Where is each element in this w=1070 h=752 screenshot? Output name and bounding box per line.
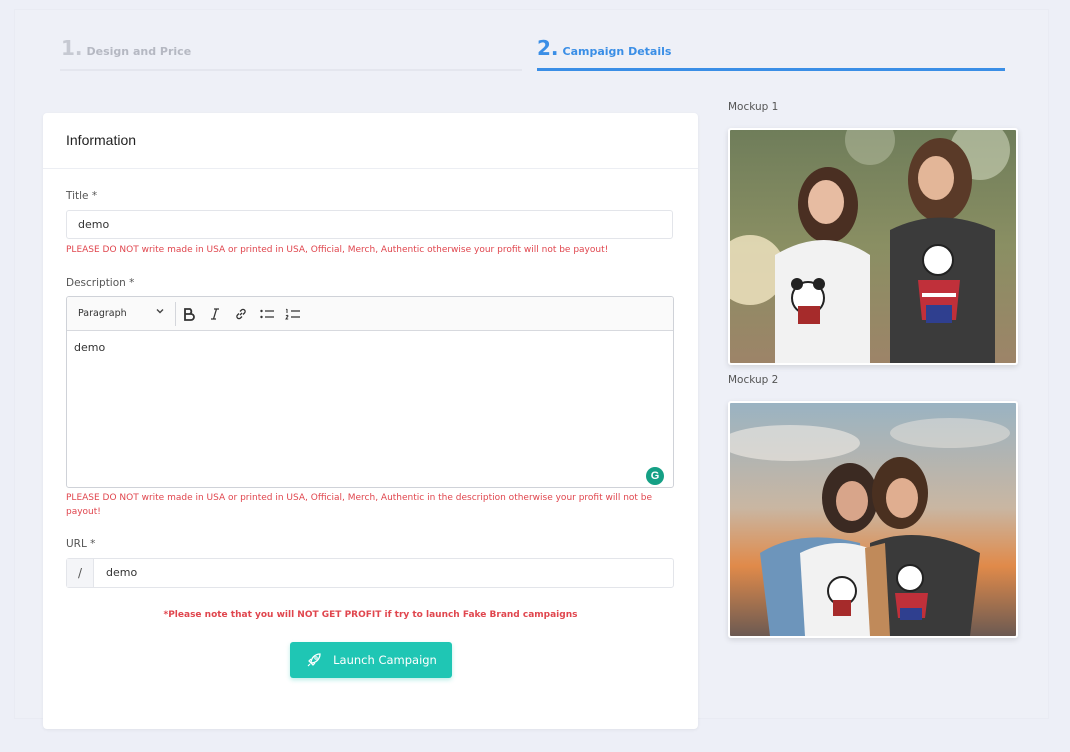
description-warning: PLEASE DO NOT write made in USA or print… [66, 493, 653, 517]
bold-icon [184, 307, 195, 321]
url-prefix: / [67, 559, 94, 587]
italic-icon [211, 307, 219, 320]
fake-brand-note: *Please note that you will NOT GET PROFI… [163, 610, 578, 620]
description-textarea[interactable]: demo [67, 331, 673, 364]
step-progress-active [537, 68, 1005, 71]
card-title: Information [43, 113, 698, 169]
mockup-2-image[interactable] [728, 401, 1018, 638]
rocket-icon [307, 653, 321, 667]
title-input[interactable]: demo [66, 210, 673, 239]
step-label: Design and Price [86, 45, 192, 58]
mockup-2-label: Mockup 2 [728, 374, 779, 386]
description-label: Description * [66, 277, 135, 289]
link-button[interactable] [228, 297, 254, 330]
url-input[interactable]: demo [94, 559, 673, 587]
step-label: Campaign Details [562, 45, 672, 58]
step-number: 1. [61, 36, 83, 60]
editor-toolbar: Paragraph [67, 297, 673, 331]
numbered-list-button[interactable] [280, 297, 306, 330]
link-icon [236, 308, 246, 319]
title-label: Title * [66, 190, 98, 202]
step-campaign-details[interactable]: 2. Campaign Details [537, 36, 671, 70]
grammarly-icon[interactable]: G [646, 467, 664, 485]
step-progress-inactive [60, 69, 522, 71]
title-warning: PLEASE DO NOT write made in USA or print… [66, 245, 609, 255]
mockup-1-label: Mockup 1 [728, 101, 779, 113]
italic-button[interactable] [202, 297, 228, 330]
paragraph-select-value: Paragraph [78, 308, 127, 319]
bold-button[interactable] [176, 297, 202, 330]
bulleted-list-icon [260, 309, 274, 318]
step-design-and-price[interactable]: 1. Design and Price [61, 36, 191, 70]
url-input-group: / demo [66, 558, 674, 588]
information-card: Information Title * demo PLEASE DO NOT w… [43, 113, 698, 729]
description-editor: Paragraph demo G [66, 296, 674, 488]
paragraph-select[interactable]: Paragraph [67, 297, 175, 330]
mockup-1-image[interactable] [728, 128, 1018, 365]
url-label: URL * [66, 538, 96, 550]
chevron-down-icon [155, 306, 165, 319]
step-number: 2. [537, 36, 559, 60]
launch-campaign-label: Launch Campaign [333, 653, 437, 667]
numbered-list-icon [285, 308, 300, 319]
launch-campaign-button[interactable]: Launch Campaign [290, 642, 452, 678]
bulleted-list-button[interactable] [254, 297, 280, 330]
